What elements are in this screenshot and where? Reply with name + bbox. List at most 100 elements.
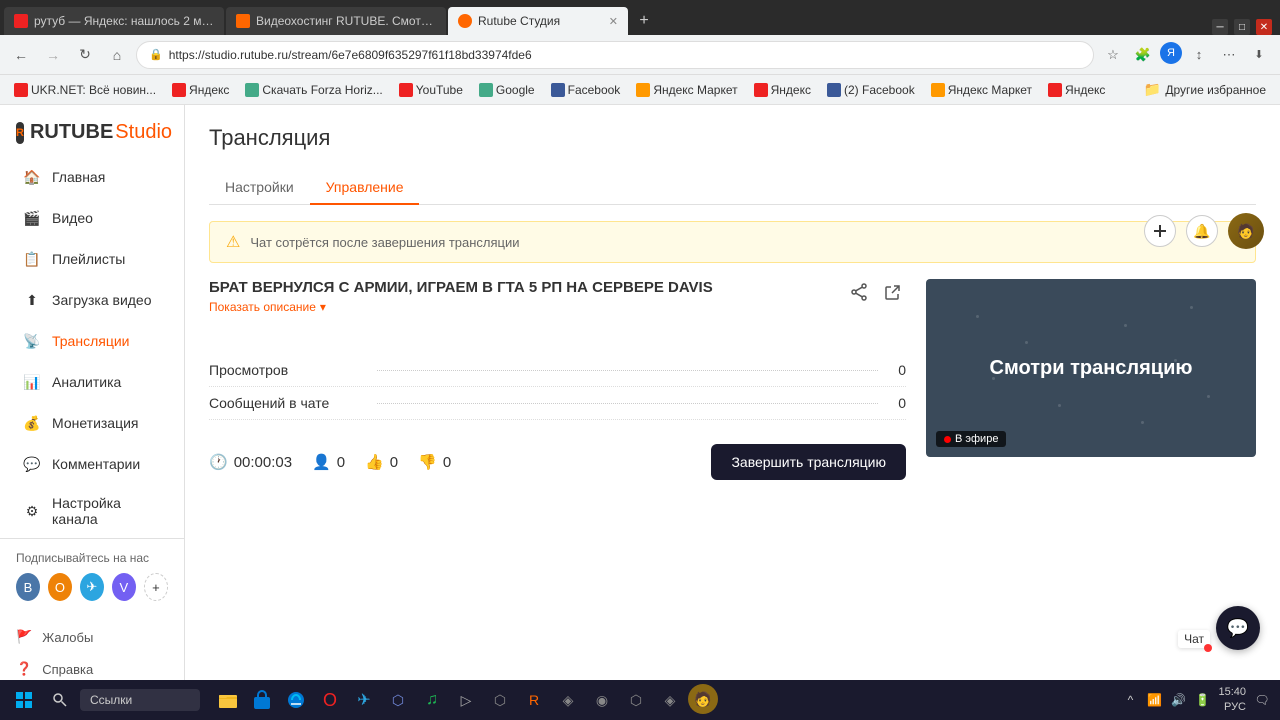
taskbar-app-other4[interactable]: ◈ <box>552 684 584 716</box>
taskbar-app-other3[interactable]: R <box>518 684 550 716</box>
sidebar-item-video[interactable]: 🎬 Видео <box>6 198 178 238</box>
reload-button[interactable]: ↻ <box>72 42 98 68</box>
taskbar-search-label: Ссылки <box>90 693 132 707</box>
bookmark-yandex-market2[interactable]: Яндекс Маркет <box>925 81 1038 99</box>
sync-button[interactable]: ↕ <box>1186 42 1212 68</box>
sidebar-item-comments[interactable]: 💬 Комментарии <box>6 444 178 484</box>
tray-sound-icon[interactable]: 🔊 <box>1168 690 1188 710</box>
edge-icon <box>285 689 307 711</box>
bookmark-yandex1-favicon <box>172 83 186 97</box>
close-button[interactable]: ✕ <box>1256 19 1272 35</box>
notifications-button[interactable]: 🔔 <box>1186 215 1218 247</box>
video-preview[interactable]: Смотри трансляцию В эфире <box>926 279 1256 457</box>
open-external-button[interactable] <box>880 279 906 310</box>
tray-network-icon[interactable]: 📶 <box>1144 690 1164 710</box>
warning-icon: ⚠ <box>226 232 240 252</box>
forward-button[interactable]: → <box>40 42 66 68</box>
taskbar-app-other1[interactable]: ▷ <box>450 684 482 716</box>
bookmark-facebook[interactable]: Facebook <box>545 81 627 99</box>
more-button[interactable]: ⋯ <box>1216 42 1242 68</box>
bookmark-ukrnet[interactable]: UKR.NET: Всё новин... <box>8 81 162 99</box>
bookmark-google[interactable]: Google <box>473 81 541 99</box>
extensions-button[interactable]: 🧩 <box>1130 42 1156 68</box>
warning-banner: ⚠ Чат сотрётся после завершения трансляц… <box>209 221 1256 263</box>
search-button[interactable] <box>44 684 76 716</box>
taskbar-search-bar[interactable]: Ссылки <box>80 689 200 711</box>
sidebar-label-video: Видео <box>52 210 93 226</box>
taskbar-app-spotify[interactable]: ♫ <box>416 684 448 716</box>
stream-section: БРАТ ВЕРНУЛСЯ С АРМИИ, ИГРАЕМ В ГТА 5 РП… <box>209 279 1256 660</box>
notification-center-icon[interactable]: 🗨 <box>1252 690 1272 710</box>
taskbar-app-other6[interactable]: ⬡ <box>620 684 652 716</box>
tab2-title: Видеохостинг RUTUBE. Смотри... <box>256 14 436 28</box>
user-avatar-button[interactable]: 🧑 <box>1228 213 1264 249</box>
comments-icon: 💬 <box>22 454 42 474</box>
tab-settings[interactable]: Настройки <box>209 171 310 205</box>
social-icons: В О ✈ V + <box>16 573 168 601</box>
bookmark-google-favicon <box>479 83 493 97</box>
sidebar-item-upload[interactable]: ⬆ Загрузка видео <box>6 280 178 320</box>
sidebar-item-monetize[interactable]: 💰 Монетизация <box>6 403 178 443</box>
logo-text: RUTUBE Studio <box>30 121 172 144</box>
tab3-close-icon[interactable]: ✕ <box>609 15 618 28</box>
profile-button[interactable]: Я <box>1160 42 1182 64</box>
sidebar-item-complaints[interactable]: 🚩 Жалобы <box>16 621 168 653</box>
url-bar[interactable]: 🔒 https://studio.rutube.ru/stream/6e7e68… <box>136 41 1094 69</box>
back-button[interactable]: ← <box>8 42 34 68</box>
browser-tab-3[interactable]: Rutube Студия ✕ <box>448 7 628 35</box>
end-stream-button[interactable]: Завершить трансляцию <box>711 444 906 480</box>
taskbar-app-other7[interactable]: ◈ <box>654 684 686 716</box>
share-button[interactable] <box>846 279 872 310</box>
sidebar-item-help[interactable]: ❓ Справка <box>16 653 168 680</box>
bookmark-yandex3-favicon <box>1048 83 1062 97</box>
bookmark-star-icon[interactable]: ☆ <box>1100 42 1126 68</box>
bookmark-youtube[interactable]: YouTube <box>393 81 469 99</box>
taskbar-app-other5[interactable]: ◉ <box>586 684 618 716</box>
taskbar-app-opera[interactable]: O <box>314 684 346 716</box>
start-button[interactable] <box>8 684 40 716</box>
bookmark-forza[interactable]: Скачать Forza Horiz... <box>239 81 388 99</box>
taskbar-app-discord[interactable]: ⬡ <box>382 684 414 716</box>
social-label: Подписывайтесь на нас <box>16 551 168 565</box>
social-ok-button[interactable]: О <box>48 573 72 601</box>
bookmarks-more-button[interactable]: 📁 Другие избранное <box>1138 79 1272 100</box>
sidebar-label-comments: Комментарии <box>52 456 140 472</box>
sidebar-item-streams[interactable]: 📡 Трансляции <box>6 321 178 361</box>
tray-arrow-icon[interactable]: ^ <box>1120 690 1140 710</box>
maximize-button[interactable]: □ <box>1234 19 1250 35</box>
bookmark-facebook2[interactable]: (2) Facebook <box>821 81 921 99</box>
social-vk-button[interactable]: В <box>16 573 40 601</box>
social-add-button[interactable]: + <box>144 573 168 601</box>
browser-tab-1[interactable]: рутуб — Яндекс: нашлось 2 мл... <box>4 7 224 35</box>
new-tab-button[interactable]: + <box>630 7 658 35</box>
social-viber-button[interactable]: V <box>112 573 136 601</box>
sidebar-item-playlists[interactable]: 📋 Плейлисты <box>6 239 178 279</box>
social-telegram-button[interactable]: ✈ <box>80 573 104 601</box>
minimize-button[interactable]: ─ <box>1212 19 1228 35</box>
show-description-button[interactable]: Показать описание ▾ <box>209 300 713 314</box>
bookmark-yandex3[interactable]: Яндекс <box>1042 81 1111 99</box>
chat-fab-button[interactable]: 💬 <box>1216 606 1260 650</box>
download-button[interactable]: ⬇ <box>1246 42 1272 68</box>
browser-tab-2[interactable]: Видеохостинг RUTUBE. Смотри... <box>226 7 446 35</box>
taskbar-app-other2[interactable]: ⬡ <box>484 684 516 716</box>
sidebar-item-home[interactable]: 🏠 Главная <box>6 157 178 197</box>
taskbar-user-avatar[interactable]: 🧑 <box>688 684 718 714</box>
taskbar-app-store[interactable] <box>246 684 278 716</box>
taskbar-app-explorer[interactable] <box>212 684 244 716</box>
url-text: https://studio.rutube.ru/stream/6e7e6809… <box>169 48 1081 62</box>
bookmark-yandex2[interactable]: Яндекс <box>748 81 817 99</box>
sidebar-nav: 🏠 Главная 🎬 Видео 📋 Плейлисты ⬆ Загрузка… <box>0 156 184 538</box>
stat-value-views: 0 <box>886 362 906 378</box>
taskbar-app-edge[interactable] <box>280 684 312 716</box>
secure-icon: 🔒 <box>149 48 163 61</box>
tray-battery-icon[interactable]: 🔋 <box>1192 690 1212 710</box>
bookmark-yandex-market1[interactable]: Яндекс Маркет <box>630 81 743 99</box>
taskbar-app-telegram[interactable]: ✈ <box>348 684 380 716</box>
add-content-button[interactable] <box>1144 215 1176 247</box>
bookmark-yandex1[interactable]: Яндекс <box>166 81 235 99</box>
home-button[interactable]: ⌂ <box>104 42 130 68</box>
sidebar-item-channel[interactable]: ⚙ Настройка канала <box>6 485 178 537</box>
tab-control[interactable]: Управление <box>310 171 420 205</box>
sidebar-item-analytics[interactable]: 📊 Аналитика <box>6 362 178 402</box>
